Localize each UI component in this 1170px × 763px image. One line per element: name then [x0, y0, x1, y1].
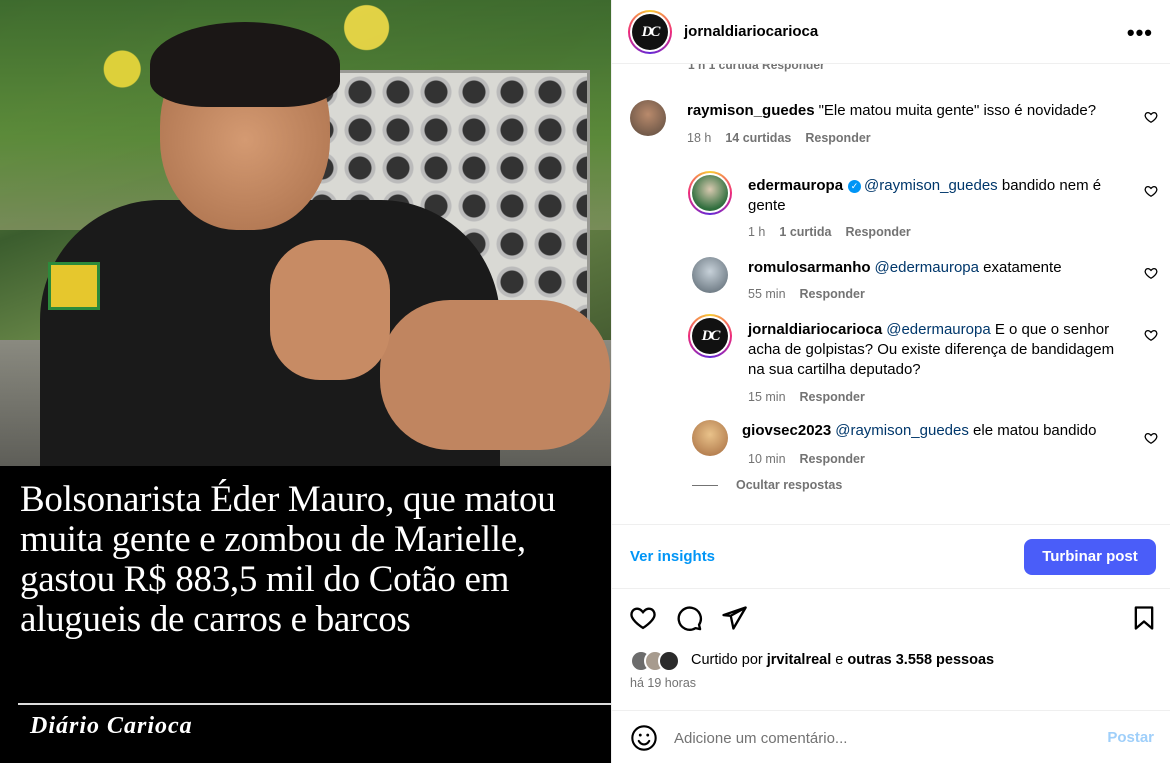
reply-username[interactable]: romulosarmanho: [748, 259, 871, 276]
post-side-panel: DC jornaldiariocarioca ••• 1 h 1 curtida…: [611, 0, 1170, 763]
post-timestamp[interactable]: há 19 horas: [630, 676, 696, 690]
dc-logo-icon: DC: [692, 318, 728, 354]
post-photo: [0, 0, 611, 466]
comment-body: "Ele matou muita gente" isso é novidade?: [818, 102, 1097, 119]
avatar[interactable]: [630, 100, 666, 136]
heart-icon[interactable]: [1144, 328, 1158, 342]
reply-time: 1 h: [748, 225, 766, 239]
mention-link[interactable]: @raymison_guedes: [864, 177, 998, 194]
brand-divider: [18, 703, 611, 705]
author-avatar[interactable]: DC: [628, 10, 672, 54]
avatar[interactable]: DC: [688, 314, 732, 358]
heart-icon[interactable]: [1144, 266, 1158, 280]
mention-link[interactable]: @raymison_guedes: [835, 422, 969, 439]
avatar[interactable]: [692, 420, 728, 456]
reply-likes[interactable]: 1 curtida: [779, 225, 831, 239]
comment-username[interactable]: raymison_guedes: [687, 102, 815, 119]
reply-button[interactable]: Responder: [846, 225, 911, 239]
avatar[interactable]: [688, 171, 732, 215]
comment-icon[interactable]: [675, 604, 703, 632]
reply-meta: 1 h 1 curtida Responder: [748, 225, 925, 239]
post-image[interactable]: Bolsonarista Éder Mauro, que matou muita…: [0, 0, 611, 763]
avatar: [658, 650, 680, 672]
reply-meta: 10 min Responder: [748, 452, 879, 466]
pointing-hand: [270, 240, 390, 380]
author-username[interactable]: jornaldiariocarioca: [684, 23, 818, 40]
reply-button[interactable]: Responder: [805, 131, 870, 145]
comments-list[interactable]: 1 h 1 curtida Responder raymison_guedes "…: [612, 64, 1170, 524]
reply-body: exatamente: [978, 259, 1062, 276]
emoji-icon[interactable]: [630, 724, 658, 752]
avatar[interactable]: [692, 257, 728, 293]
liked-others[interactable]: outras 3.558 pessoas: [847, 652, 994, 668]
comment-input[interactable]: [674, 727, 1094, 749]
reply-time: 10 min: [748, 452, 786, 466]
liked-prefix: Curtido por: [691, 652, 767, 668]
reply-body: ele matou bandido: [968, 422, 1097, 439]
partial-comment-meta: 1 h 1 curtida Responder: [688, 64, 825, 72]
dc-logo-icon: DC: [632, 14, 668, 50]
reply-time: 55 min: [748, 287, 786, 301]
post-comment-button[interactable]: Postar: [1107, 729, 1154, 746]
reply-text: edermauropa ✓ @raymison_guedes bandido nem…: [748, 176, 1118, 216]
divider: [612, 524, 1170, 525]
comment-meta: 18 h 14 curtidas Responder: [687, 131, 885, 145]
reply-username[interactable]: jornaldiariocarioca: [748, 321, 882, 338]
reply-username[interactable]: giovsec2023: [742, 422, 831, 439]
divider: [612, 588, 1170, 589]
bookmark-icon[interactable]: [1130, 604, 1158, 632]
boost-post-button[interactable]: Turbinar post: [1024, 539, 1156, 575]
reply-button[interactable]: Responder: [800, 452, 865, 466]
more-options-icon[interactable]: •••: [1127, 20, 1153, 46]
person-arm: [380, 300, 610, 450]
mention-link[interactable]: @edermauropa: [886, 321, 990, 338]
avatar-photo: [692, 175, 728, 211]
share-icon[interactable]: [720, 604, 748, 632]
liked-middle: e: [831, 652, 848, 668]
reply-text: jornaldiariocarioca @edermauropa E o que …: [748, 320, 1133, 380]
heart-icon[interactable]: [1144, 184, 1158, 198]
view-insights-link[interactable]: Ver insights: [630, 548, 715, 565]
hide-replies-button[interactable]: Ocultar respostas: [736, 478, 842, 492]
heart-icon[interactable]: [1144, 431, 1158, 445]
comment-time: 18 h: [687, 131, 712, 145]
liked-username[interactable]: jrvitalreal: [767, 652, 832, 668]
comment-text: raymison_guedes "Ele matou muita gente" i…: [687, 101, 1127, 121]
heart-icon[interactable]: [629, 604, 657, 632]
reply-meta: 15 min Responder: [748, 390, 879, 404]
hide-replies-line: [692, 485, 718, 486]
reply-text: romulosarmanho @edermauropa exatamente: [748, 258, 1118, 278]
brand-logo-text: Diário Carioca: [30, 713, 193, 739]
reply-username[interactable]: edermauropa: [748, 177, 843, 194]
mention-link[interactable]: @edermauropa: [875, 259, 979, 276]
reply-meta: 55 min Responder: [748, 287, 879, 301]
verified-badge-icon: ✓: [848, 180, 862, 193]
reply-button[interactable]: Responder: [800, 287, 865, 301]
liked-by-text[interactable]: Curtido por jrvitalreal e outras 3.558 p…: [691, 652, 994, 668]
post-headline: Bolsonarista Éder Mauro, que matou muita…: [20, 479, 556, 640]
reply-time: 15 min: [748, 390, 786, 404]
reply-button[interactable]: Responder: [800, 390, 865, 404]
liked-by-avatars[interactable]: [630, 650, 690, 672]
heart-icon[interactable]: [1144, 110, 1158, 124]
post-header: DC jornaldiariocarioca •••: [612, 0, 1170, 64]
comment-likes[interactable]: 14 curtidas: [725, 131, 791, 145]
divider: [612, 710, 1170, 711]
person-hair: [150, 22, 340, 107]
reply-text: giovsec2023 @raymison_guedes ele matou ba…: [742, 421, 1127, 441]
shirt-logo: [48, 262, 100, 310]
